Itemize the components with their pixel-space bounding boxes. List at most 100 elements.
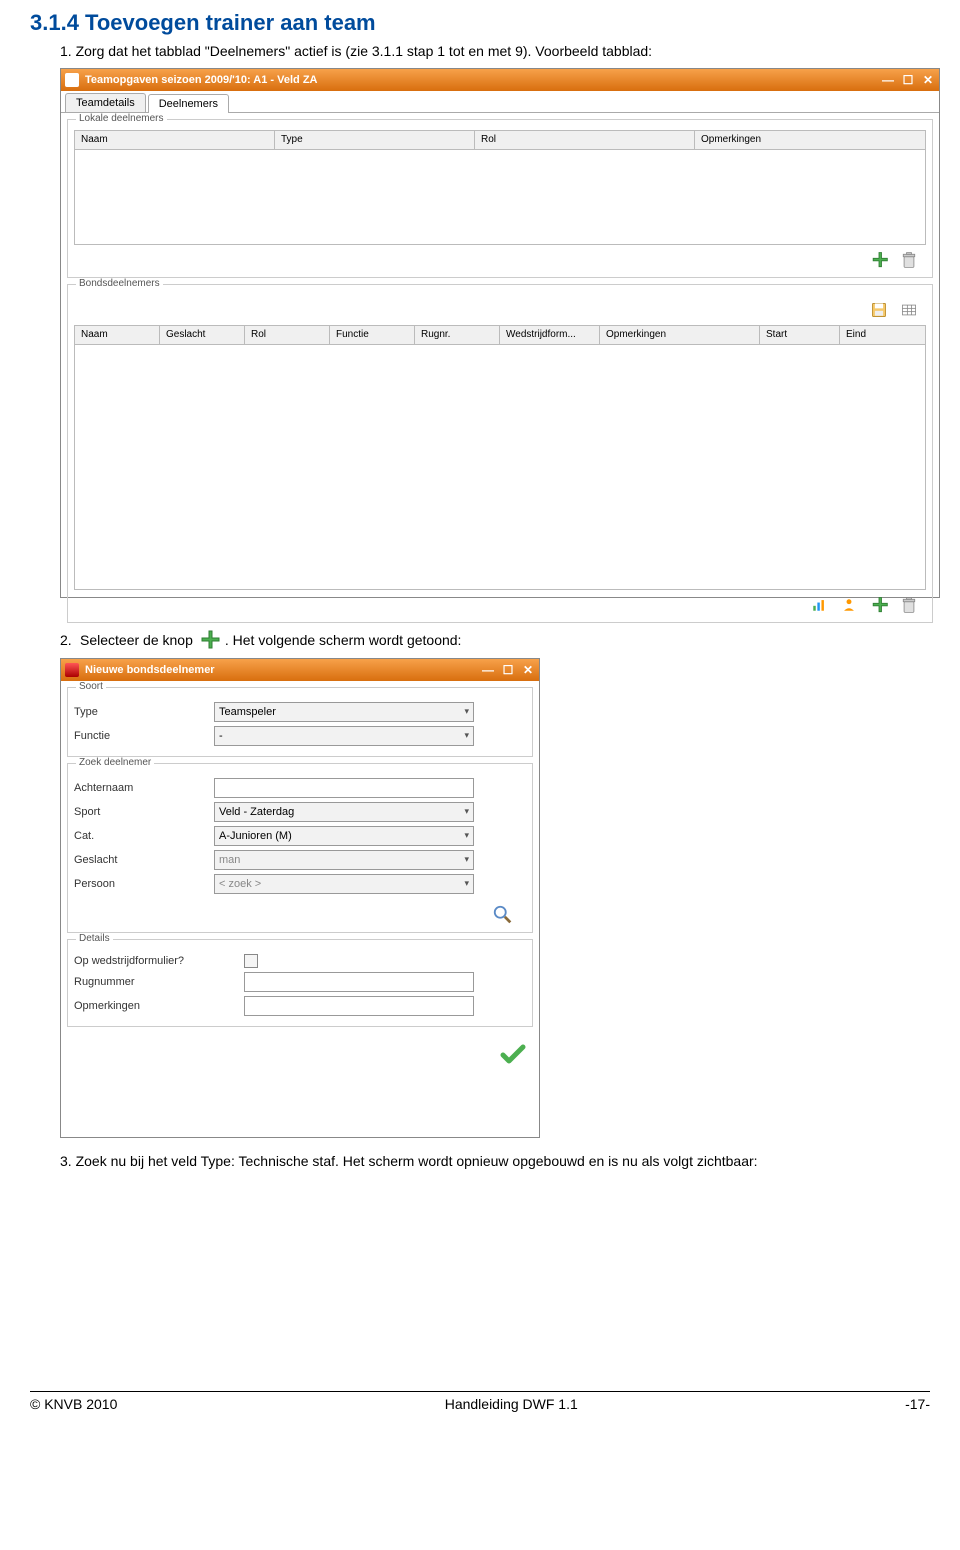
select-sport[interactable]: Veld - Zaterdag ▾	[214, 802, 474, 822]
grid-header: Naam Type Rol Opmerkingen	[74, 130, 926, 150]
col-rugnr[interactable]: Rugnr.	[415, 326, 500, 344]
select-value: Veld - Zaterdag	[219, 806, 294, 818]
tab-deelnemers[interactable]: Deelnemers	[148, 94, 229, 113]
group-soort: Soort Type Teamspeler ▾ Functie - ▾	[67, 687, 533, 757]
label-persoon: Persoon	[74, 878, 214, 890]
group-details: Details Op wedstrijdformulier? Rugnummer…	[67, 939, 533, 1027]
group-legend: Bondsdeelnemers	[76, 278, 163, 289]
col-opmerkingen[interactable]: Opmerkingen	[695, 131, 925, 149]
col-geslacht[interactable]: Geslacht	[160, 326, 245, 344]
label-functie: Functie	[74, 730, 214, 742]
add-icon[interactable]	[868, 594, 890, 616]
close-icon[interactable]: ✕	[521, 663, 535, 677]
select-value: A-Junioren (M)	[219, 830, 292, 842]
plus-icon	[197, 628, 221, 652]
chart-icon[interactable]	[808, 594, 830, 616]
select-cat[interactable]: A-Junioren (M) ▾	[214, 826, 474, 846]
chevron-down-icon: ▾	[464, 806, 469, 817]
window-title: Teamopgaven seizoen 2009/'10: A1 - Veld …	[85, 74, 317, 86]
page-footer: © KNVB 2010 Handleiding DWF 1.1 -17-	[30, 1391, 930, 1412]
chevron-down-icon: ▾	[464, 854, 469, 865]
col-rol[interactable]: Rol	[245, 326, 330, 344]
titlebar: Nieuwe bondsdeelnemer — ☐ ✕	[61, 659, 539, 681]
select-placeholder: < zoek >	[219, 878, 261, 890]
input-rugnummer[interactable]	[244, 972, 474, 992]
chevron-down-icon: ▾	[464, 830, 469, 841]
col-wedstrijdform[interactable]: Wedstrijdform...	[500, 326, 600, 344]
group-legend: Lokale deelnemers	[76, 113, 167, 124]
col-type[interactable]: Type	[275, 131, 475, 149]
grid-body[interactable]	[74, 150, 926, 245]
trash-icon[interactable]	[898, 594, 920, 616]
select-functie[interactable]: - ▾	[214, 726, 474, 746]
col-naam[interactable]: Naam	[75, 131, 275, 149]
label-type: Type	[74, 706, 214, 718]
minimize-icon[interactable]: —	[481, 663, 495, 677]
footer-title: Handleiding DWF 1.1	[445, 1396, 578, 1412]
java-icon	[65, 663, 79, 677]
grid-body[interactable]	[74, 345, 926, 590]
tab-teamdetails[interactable]: Teamdetails	[65, 93, 146, 112]
col-start[interactable]: Start	[760, 326, 840, 344]
footer-copyright: © KNVB 2010	[30, 1396, 117, 1412]
step-number: 1.	[60, 43, 72, 59]
select-value: -	[219, 730, 223, 742]
maximize-icon[interactable]: ☐	[501, 663, 515, 677]
window-teamopgaven: Teamopgaven seizoen 2009/'10: A1 - Veld …	[60, 68, 940, 598]
col-eind[interactable]: Eind	[840, 326, 925, 344]
step-content: Zorg dat het tabblad "Deelnemers" actief…	[76, 43, 653, 59]
col-opmerkingen[interactable]: Opmerkingen	[600, 326, 760, 344]
label-geslacht: Geslacht	[74, 854, 214, 866]
input-opmerkingen[interactable]	[244, 996, 474, 1016]
chevron-down-icon: ▾	[464, 730, 469, 741]
confirm-icon[interactable]	[499, 1041, 527, 1069]
group-legend: Details	[76, 933, 113, 944]
select-type[interactable]: Teamspeler ▾	[214, 702, 474, 722]
label-achternaam: Achternaam	[74, 782, 214, 794]
label-opwedstrijd: Op wedstrijdformulier?	[74, 955, 244, 967]
grid-header: Naam Geslacht Rol Functie Rugnr. Wedstri…	[74, 325, 926, 345]
window-title: Nieuwe bondsdeelnemer	[85, 664, 215, 676]
step-3-text: 3. Zoek nu bij het veld Type: Technische…	[60, 1152, 930, 1172]
select-persoon[interactable]: < zoek > ▾	[214, 874, 474, 894]
window-nieuwe-bondsdeelnemer: Nieuwe bondsdeelnemer — ☐ ✕ Soort Type T…	[60, 658, 540, 1138]
app-icon	[65, 73, 79, 87]
footer-page: -17-	[905, 1396, 930, 1412]
chevron-down-icon: ▾	[464, 706, 469, 717]
save-icon[interactable]	[868, 299, 890, 321]
group-legend: Zoek deelnemer	[76, 757, 154, 768]
select-value: man	[219, 854, 240, 866]
minimize-icon[interactable]: —	[881, 73, 895, 87]
add-icon[interactable]	[868, 249, 890, 271]
maximize-icon[interactable]: ☐	[901, 73, 915, 87]
step-content: Zoek nu bij het veld Type: Technische st…	[76, 1153, 758, 1169]
titlebar: Teamopgaven seizoen 2009/'10: A1 - Veld …	[61, 69, 939, 91]
chevron-down-icon: ▾	[464, 878, 469, 889]
label-sport: Sport	[74, 806, 214, 818]
input-achternaam[interactable]	[214, 778, 474, 798]
label-opmerkingen: Opmerkingen	[74, 1000, 244, 1012]
col-functie[interactable]: Functie	[330, 326, 415, 344]
trash-icon[interactable]	[898, 249, 920, 271]
step-text-b: . Het volgende scherm wordt getoond:	[225, 632, 462, 648]
group-legend: Soort	[76, 681, 106, 692]
step-text-a: Selecteer de knop	[80, 632, 193, 648]
select-value: Teamspeler	[219, 706, 276, 718]
table-icon[interactable]	[898, 299, 920, 321]
close-icon[interactable]: ✕	[921, 73, 935, 87]
col-naam[interactable]: Naam	[75, 326, 160, 344]
group-bondsdeelnemers: Bondsdeelnemers Naam Geslacht Rol Functi…	[67, 284, 933, 623]
section-heading: 3.1.4 Toevoegen trainer aan team	[30, 10, 930, 36]
step-1-text: 1. Zorg dat het tabblad "Deelnemers" act…	[60, 42, 930, 62]
col-rol[interactable]: Rol	[475, 131, 695, 149]
step-number: 2.	[60, 632, 80, 648]
search-icon[interactable]	[492, 904, 514, 926]
step-number: 3.	[60, 1153, 72, 1169]
select-geslacht[interactable]: man ▾	[214, 850, 474, 870]
tab-strip: Teamdetails Deelnemers	[61, 93, 939, 113]
checkbox-opwedstrijd[interactable]	[244, 954, 258, 968]
group-lokale-deelnemers: Lokale deelnemers Naam Type Rol Opmerkin…	[67, 119, 933, 278]
step-2-row: 2. Selecteer de knop . Het volgende sche…	[60, 628, 930, 652]
label-cat: Cat.	[74, 830, 214, 842]
person-icon[interactable]	[838, 594, 860, 616]
